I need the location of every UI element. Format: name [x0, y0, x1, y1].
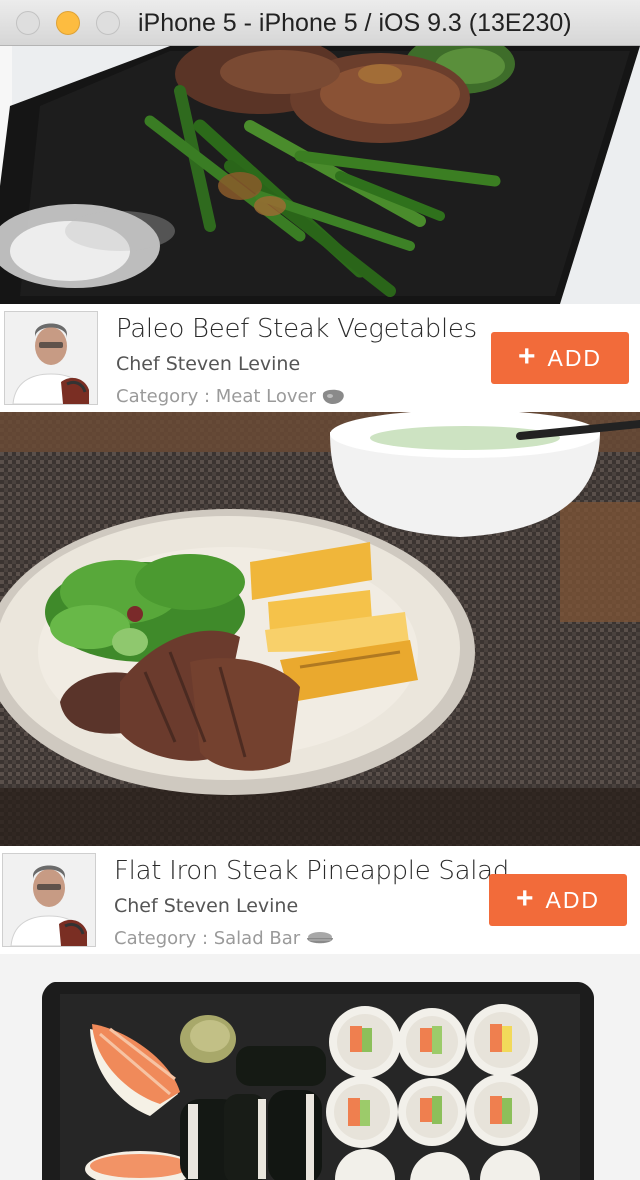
- add-button-label: ADD: [545, 886, 601, 913]
- recipe-feed[interactable]: Paleo Beef Steak Vegetables Chef Steven …: [0, 46, 640, 1180]
- recipe-category-label: Category : Meat Lover: [116, 386, 316, 407]
- recipe-category-label: Category : Salad Bar: [114, 928, 301, 949]
- chef-name: Chef Steven Levine: [116, 353, 301, 375]
- recipe-photo-steak-beans[interactable]: [0, 46, 640, 304]
- recipe-category: Category : Salad Bar: [114, 928, 336, 949]
- chef-avatar: [2, 853, 96, 947]
- recipe-title: Paleo Beef Steak Vegetables: [116, 314, 477, 344]
- recipe-category: Category : Meat Lover: [116, 386, 346, 407]
- add-button-label: ADD: [547, 344, 603, 371]
- add-recipe-button[interactable]: + ADD: [491, 332, 629, 384]
- add-recipe-button[interactable]: + ADD: [489, 874, 627, 926]
- salad-bowl-icon: [304, 930, 336, 948]
- recipe-photo-sushi[interactable]: [0, 954, 640, 1180]
- plus-icon: +: [517, 339, 538, 373]
- window-minimize-button[interactable]: [56, 11, 80, 35]
- window-close-button[interactable]: [16, 11, 40, 35]
- recipe-card-2[interactable]: Flat Iron Steak Pineapple Salad Chef Ste…: [0, 846, 640, 954]
- window-zoom-button[interactable]: [96, 11, 120, 35]
- steak-icon: [320, 388, 346, 406]
- chef-name: Chef Steven Levine: [114, 895, 299, 917]
- window-title: iPhone 5 - iPhone 5 / iOS 9.3 (13E230): [138, 9, 572, 37]
- plus-icon: +: [515, 881, 536, 915]
- simulator-titlebar: iPhone 5 - iPhone 5 / iOS 9.3 (13E230): [0, 0, 640, 46]
- recipe-card-1[interactable]: Paleo Beef Steak Vegetables Chef Steven …: [0, 304, 640, 412]
- chef-avatar: [4, 311, 98, 405]
- recipe-title: Flat Iron Steak Pineapple Salad: [114, 856, 509, 886]
- recipe-photo-steak-pineapple[interactable]: [0, 412, 640, 846]
